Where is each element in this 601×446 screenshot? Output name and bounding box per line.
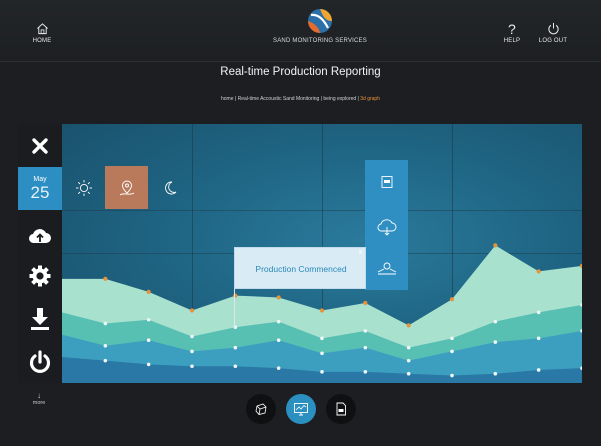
network-icon (377, 262, 396, 274)
sidebar: May 25 (18, 124, 62, 383)
breadcrumb: home | Real-time Accoustic Sand Monitori… (0, 96, 601, 102)
data-point[interactable] (146, 362, 151, 367)
data-point[interactable] (190, 364, 194, 369)
notification-toast: Production Commenced x (234, 247, 366, 289)
data-point[interactable] (146, 338, 151, 343)
close-button[interactable] (18, 124, 62, 167)
gear-icon (29, 265, 51, 286)
data-point[interactable] (363, 300, 368, 306)
power-icon (29, 349, 51, 373)
notification-text: Production Commenced (255, 264, 347, 274)
data-point[interactable] (103, 358, 108, 363)
moon-button[interactable] (148, 166, 191, 209)
data-point[interactable] (406, 358, 411, 363)
date-tile[interactable]: May 25 (18, 167, 62, 210)
data-point[interactable] (493, 319, 498, 324)
cube-icon (255, 403, 267, 415)
help-icon: ? (508, 21, 516, 37)
location-button[interactable] (105, 166, 148, 209)
network-button[interactable] (365, 247, 408, 290)
settings-button[interactable] (18, 254, 62, 297)
data-point[interactable] (146, 317, 151, 322)
monitor-button[interactable] (365, 160, 408, 203)
close-icon[interactable]: x (356, 249, 365, 257)
data-point[interactable] (536, 269, 541, 274)
top-bar: HOME SAND MONITORING SERVICES ? HELP LOG… (0, 0, 601, 62)
cube-button[interactable] (246, 394, 276, 424)
weather-selector (62, 166, 212, 209)
power-button[interactable] (18, 340, 62, 383)
help-label: HELP (503, 38, 521, 44)
document-button[interactable] (326, 394, 356, 424)
dashboard-button[interactable] (286, 394, 316, 424)
cloud-download-icon (377, 218, 396, 236)
data-point[interactable] (493, 243, 498, 248)
dashboard-icon (294, 403, 308, 416)
data-point[interactable] (450, 373, 454, 378)
document-icon (336, 402, 346, 416)
tool-column (365, 160, 408, 290)
data-point[interactable] (319, 308, 325, 313)
page-title: Real-time Production Reporting (220, 66, 381, 78)
cloud-upload-icon (28, 228, 51, 243)
help-button[interactable]: ? HELP (492, 22, 532, 44)
sun-icon (75, 179, 92, 196)
location-pin-icon (119, 180, 134, 195)
sun-button[interactable] (62, 166, 105, 209)
data-point[interactable] (276, 366, 281, 370)
bottom-toolbar (0, 394, 601, 434)
monitor-icon (381, 175, 392, 188)
data-point[interactable] (103, 321, 108, 326)
data-point[interactable] (276, 338, 281, 343)
data-point[interactable] (190, 349, 194, 354)
data-point[interactable] (536, 368, 541, 372)
data-point[interactable] (320, 370, 324, 374)
data-point[interactable] (406, 371, 411, 376)
home-label: HOME (32, 38, 52, 44)
data-point[interactable] (493, 371, 498, 376)
power-icon (547, 22, 559, 35)
data-point[interactable] (233, 345, 238, 350)
download-icon (31, 307, 49, 330)
data-point[interactable] (449, 297, 455, 302)
data-point[interactable] (103, 344, 108, 348)
brand: SAND MONITORING SERVICES (250, 8, 390, 44)
data-point[interactable] (189, 308, 195, 313)
data-point[interactable] (363, 345, 368, 350)
data-point[interactable] (450, 336, 454, 341)
data-point[interactable] (536, 336, 541, 341)
graph-panel: Production Commenced x (62, 124, 582, 383)
download-button[interactable] (18, 297, 62, 340)
home-icon (36, 23, 48, 35)
upload-button[interactable] (18, 214, 62, 257)
breadcrumb-path[interactable]: home | Real-time Accoustic Sand Monitori… (221, 96, 360, 102)
brand-logo-icon (308, 9, 332, 33)
data-point[interactable] (363, 370, 368, 374)
data-point[interactable] (233, 364, 238, 369)
data-point[interactable] (146, 289, 151, 294)
data-point[interactable] (320, 351, 324, 356)
notification-pointer (234, 289, 235, 329)
home-button[interactable]: HOME (22, 22, 62, 44)
data-point[interactable] (276, 319, 281, 324)
data-point[interactable] (276, 295, 281, 300)
logout-label: LOG OUT (538, 38, 568, 44)
cloud-download-button[interactable] (365, 205, 408, 248)
logout-button[interactable]: LOG OUT (533, 22, 573, 44)
data-point[interactable] (190, 334, 194, 339)
data-point[interactable] (363, 329, 368, 333)
close-icon (32, 137, 48, 154)
data-point[interactable] (536, 310, 541, 315)
brand-name: SAND MONITORING SERVICES (273, 38, 367, 44)
data-point[interactable] (450, 349, 454, 354)
data-point[interactable] (103, 276, 108, 281)
data-point[interactable] (320, 336, 324, 341)
breadcrumb-current: 3d graph (360, 96, 380, 102)
data-point[interactable] (406, 345, 411, 350)
data-point[interactable] (406, 323, 411, 328)
data-point[interactable] (493, 340, 498, 344)
moon-icon (164, 181, 176, 194)
date-day: 25 (30, 182, 50, 202)
